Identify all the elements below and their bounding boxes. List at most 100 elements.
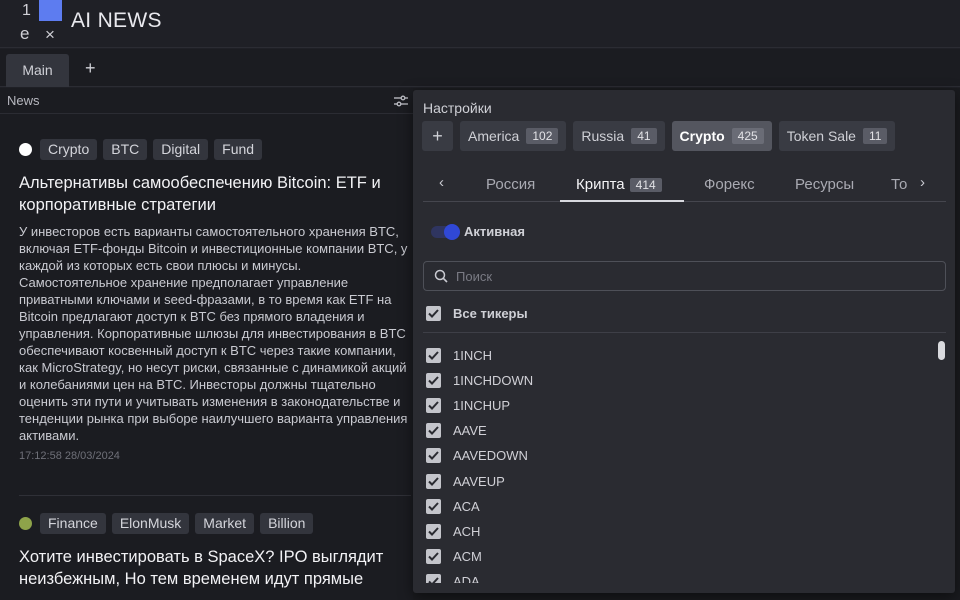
ticker-label: AAVE	[453, 423, 487, 439]
ticker-label: 1INCHUP	[453, 398, 511, 414]
chevron-left-icon[interactable]: ‹	[439, 174, 444, 191]
tag[interactable]: ElonMusk	[111, 512, 190, 534]
subcategory-tabs: ‹ Россия Крипта 414 Форекс Ресурсы То ›	[423, 171, 946, 202]
category-crypto[interactable]: Crypto 425	[671, 121, 772, 151]
app-title: AI NEWS	[71, 9, 162, 32]
checkbox[interactable]	[426, 548, 441, 564]
tab-main[interactable]: Main	[6, 54, 69, 87]
tag[interactable]: BTC	[103, 138, 148, 160]
search-box[interactable]	[423, 261, 946, 291]
add-tab-button[interactable]: +	[85, 58, 96, 79]
ticker-row[interactable]: 1INCHUP	[426, 393, 926, 418]
ticker-list: 1INCH 1INCHDOWN 1INCHUP AAVE AAVEDOWN AAVEUP A…	[426, 343, 926, 583]
ticker-row[interactable]: AAVEUP	[426, 468, 926, 493]
ticker-label: AAVEDOWN	[453, 448, 528, 464]
active-toggle[interactable]	[431, 224, 460, 240]
news-tags: Crypto BTC Digital Fund	[19, 138, 411, 160]
search-icon	[434, 269, 448, 288]
window-letter: e	[20, 24, 30, 43]
ticker-label: AAVEUP	[453, 473, 505, 489]
window-number: 1	[22, 2, 31, 19]
news-divider	[19, 495, 411, 496]
ticker-label: ACA	[453, 498, 480, 514]
toggle-knob	[444, 224, 460, 240]
search-input[interactable]	[456, 267, 936, 285]
news-header: News	[0, 88, 413, 114]
status-dot	[19, 142, 32, 156]
news-headline[interactable]: Хотите инвестировать в SpaceX? IPO выгля…	[19, 546, 411, 590]
settings-title: Настройки	[423, 100, 492, 116]
checkbox[interactable]	[426, 573, 441, 583]
category-token-sale[interactable]: Token Sale 11	[778, 121, 896, 151]
scrollbar-thumb[interactable]	[938, 341, 945, 360]
news-timestamp: 17:12:58 28/03/2024	[19, 450, 120, 462]
checkbox[interactable]	[426, 348, 441, 364]
ticker-row[interactable]: AAVE	[426, 418, 926, 443]
tab-bar: Main +	[0, 49, 960, 87]
tab-crypto[interactable]: Крипта 414	[576, 176, 662, 193]
chevron-right-icon[interactable]: ›	[920, 174, 925, 191]
category-label: Crypto	[679, 128, 725, 144]
ticker-row[interactable]: ACH	[426, 519, 926, 544]
ticker-row[interactable]: ADA	[426, 569, 926, 583]
tag[interactable]: Crypto	[40, 138, 98, 160]
category-label: America	[468, 128, 520, 144]
tag[interactable]: Digital	[153, 138, 209, 160]
tag[interactable]: Fund	[214, 138, 263, 160]
ticker-row[interactable]: ACM	[426, 544, 926, 569]
ticker-row[interactable]: 1INCHDOWN	[426, 368, 926, 393]
news-item[interactable]: Finance ElonMusk Market Billion Хотите и…	[19, 512, 411, 590]
tab-label: Крипта	[576, 176, 625, 193]
close-icon[interactable]: ×	[45, 25, 55, 45]
list-divider	[423, 332, 946, 333]
category-america[interactable]: America 102	[460, 121, 567, 151]
ticker-label: ADA	[453, 573, 480, 583]
ticker-label: 1INCHDOWN	[453, 373, 534, 389]
checkbox[interactable]	[426, 523, 441, 539]
news-panel-title: News	[7, 93, 40, 108]
tag[interactable]: Market	[195, 512, 255, 534]
ticker-label: 1INCH	[453, 348, 493, 364]
select-all-row[interactable]: Все тикеры	[426, 306, 528, 321]
ticker-label: ACH	[453, 523, 481, 539]
tab-forex[interactable]: Форекс	[704, 176, 755, 193]
tab-count: 414	[629, 178, 662, 192]
news-body: У инвесторов есть варианты самостоятельн…	[19, 224, 408, 443]
tab-resources[interactable]: Ресурсы	[795, 176, 854, 193]
app-logo-icon	[39, 0, 62, 21]
checkbox[interactable]	[426, 306, 441, 321]
category-count: 102	[526, 128, 559, 144]
checkbox[interactable]	[426, 423, 441, 439]
select-all-label: Все тикеры	[453, 306, 528, 321]
checkbox[interactable]	[426, 373, 441, 389]
checkbox[interactable]	[426, 473, 441, 489]
settings-popover: Настройки + America 102 Russia 41 Crypto 42…	[413, 90, 955, 593]
news-headline[interactable]: Альтернативы самообеспечению Bitcoin: ET…	[19, 172, 411, 216]
filter-settings-icon[interactable]	[394, 94, 408, 112]
category-count: 41	[631, 128, 657, 144]
tab-russia[interactable]: Россия	[486, 176, 535, 193]
category-count: 11	[862, 128, 888, 144]
add-category-button[interactable]: +	[422, 121, 453, 151]
title-bar: 1 e × AI NEWS	[0, 0, 960, 48]
toggle-label: Активная	[464, 224, 525, 239]
category-russia[interactable]: Russia 41	[573, 121, 665, 151]
checkbox[interactable]	[426, 498, 441, 514]
category-row: + America 102 Russia 41 Crypto 425 Token Sa…	[422, 121, 896, 151]
category-count: 425	[731, 128, 764, 144]
news-panel: News Crypto BTC Digital Fund Альтернатив…	[0, 88, 413, 600]
category-label: Russia	[581, 128, 625, 144]
tag[interactable]: Billion	[260, 512, 314, 534]
ticker-label: ACM	[453, 548, 482, 564]
ticker-row[interactable]: ACA	[426, 494, 926, 519]
checkbox[interactable]	[426, 398, 441, 414]
tag[interactable]: Finance	[40, 512, 106, 534]
status-dot	[19, 516, 32, 530]
news-tags: Finance ElonMusk Market Billion	[19, 512, 411, 534]
ticker-row[interactable]: 1INCH	[426, 343, 926, 368]
news-item[interactable]: Crypto BTC Digital Fund Альтернативы сам…	[19, 138, 411, 462]
category-label: Token Sale	[786, 128, 856, 144]
checkbox[interactable]	[426, 448, 441, 464]
tab-more[interactable]: То	[891, 176, 907, 193]
ticker-row[interactable]: AAVEDOWN	[426, 443, 926, 468]
